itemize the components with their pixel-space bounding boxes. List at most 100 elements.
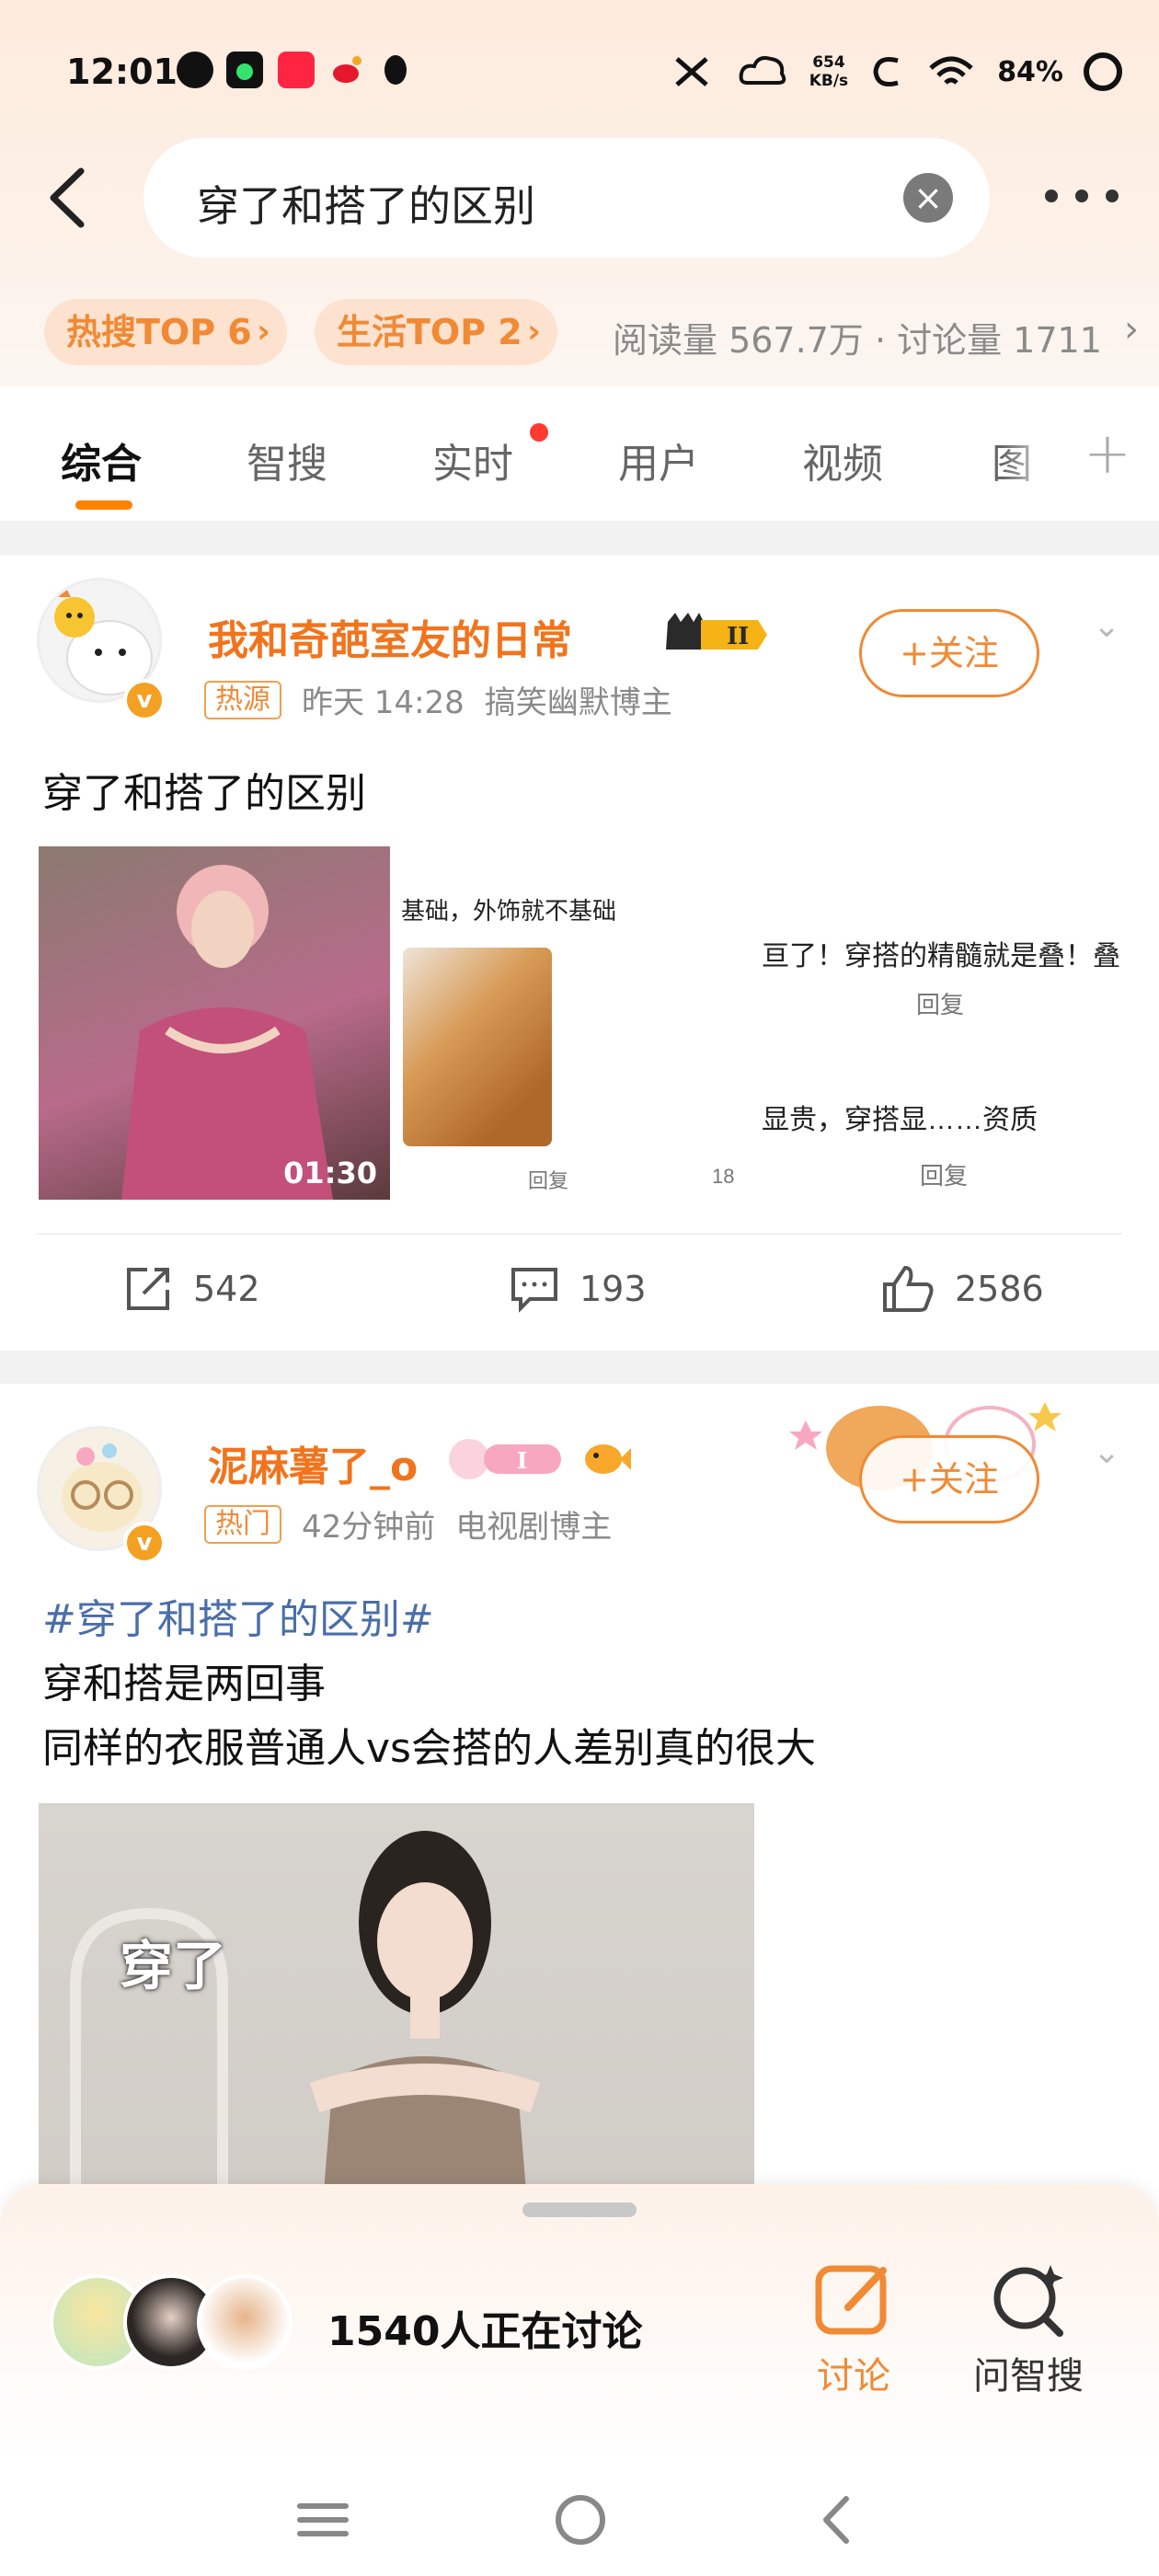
- comment-icon: [511, 1268, 557, 1313]
- wifi-icon: [929, 56, 973, 85]
- comment-like-count: 18: [712, 1165, 735, 1188]
- verified-badge-icon: v: [123, 1522, 166, 1564]
- repost-count: 542: [193, 1269, 260, 1309]
- signal-icon: [873, 57, 899, 86]
- comment-reply: 回复: [916, 991, 965, 1018]
- tab-fade: [1003, 386, 1159, 521]
- cat-image: [403, 948, 552, 1146]
- search-row: 穿了和搭了的区别 ×: [0, 138, 1159, 258]
- battery-percent: 84%: [997, 55, 1063, 88]
- status-bar: 12:01 654 KB/s 84%: [0, 0, 1159, 138]
- search-query: 穿了和搭了的区别: [197, 181, 535, 231]
- like-count: 2586: [955, 1269, 1044, 1309]
- more-options-icon[interactable]: [1045, 182, 1119, 210]
- chevron-down-icon[interactable]: ⌄: [1093, 607, 1130, 645]
- like-button[interactable]: 2586: [881, 1264, 1044, 1314]
- discuss-label: 讨论: [817, 2355, 890, 2398]
- post-username[interactable]: 我和奇葩室友的日常: [208, 607, 572, 666]
- bluetooth-icon: [675, 57, 708, 86]
- post-text-line: 穿和搭是两回事: [42, 1661, 326, 1708]
- weibo-app-icon: [177, 52, 213, 88]
- qq-icon: [377, 52, 414, 88]
- post-card[interactable]: v 泥麻薯了_o I 热门 42分钟前 电视剧博主 +关注 ⌄ #穿了和搭了的区…: [0, 1384, 1159, 2304]
- add-tab-icon[interactable]: +: [1084, 420, 1131, 487]
- tab-users[interactable]: 用户: [618, 431, 699, 489]
- comment-line: 显贵，穿搭显……资质: [762, 1105, 1038, 1135]
- life-rank-tag[interactable]: 生活TOP 2 ›: [315, 299, 557, 365]
- comment-line: 基础，外饰就不基础: [401, 897, 617, 925]
- cloud-icon: [739, 56, 786, 85]
- weibo-icon: [329, 52, 366, 88]
- repost-icon: [127, 1268, 169, 1310]
- comment-line: 亘了！穿搭的精髓就是叠！叠: [762, 941, 1120, 972]
- post-username[interactable]: 泥麻薯了_o: [208, 1433, 418, 1492]
- author-role: 搞笑幽默博主: [484, 684, 672, 721]
- video-thumbnail[interactable]: 01:30: [39, 846, 390, 1200]
- fish-icon: [580, 1437, 631, 1481]
- read-discuss-stats[interactable]: 阅读量 567.7万 · 讨论量 1711: [613, 312, 1102, 362]
- chevron-right-icon: ›: [257, 313, 270, 351]
- chevron-down-icon[interactable]: ⌄: [1093, 1433, 1130, 1471]
- net-speed: 654 KB/s: [809, 53, 848, 90]
- post-text-line: 同样的衣服普通人vs会搭的人差别真的很大: [42, 1725, 816, 1772]
- net-speed-value: 654: [812, 53, 845, 72]
- search-tabs: 综合 智搜 实时 用户 视频 图 +: [0, 386, 1159, 521]
- level-badge: I: [447, 1433, 567, 1485]
- smart-search-icon: [993, 2265, 1063, 2337]
- post-time: 昨天 14:28: [302, 684, 465, 721]
- battery-ring-icon: [1084, 52, 1122, 91]
- video-duration: 01:30: [283, 1156, 377, 1190]
- life-rank-label: 生活TOP 2: [337, 312, 522, 352]
- chevron-right-icon: ›: [1124, 308, 1139, 351]
- level-badge-text: II: [727, 623, 749, 650]
- comment-count: 193: [580, 1269, 647, 1309]
- source-badge: 热门: [204, 1504, 281, 1544]
- follow-button[interactable]: +关注: [859, 1435, 1039, 1524]
- discussing-count[interactable]: 1540人正在讨论: [327, 2298, 642, 2357]
- chevron-right-icon: ›: [527, 313, 541, 351]
- author-role: 电视剧博主: [455, 1509, 613, 1546]
- new-indicator-dot: [530, 423, 548, 442]
- edit-icon: [815, 2265, 887, 2335]
- divider: [37, 1233, 1122, 1235]
- post-card[interactable]: v 我和奇葩室友的日常 II 热源 昨天 14:28 搞笑幽默博主 +关注 ⌄ …: [0, 556, 1159, 1351]
- participant-avatar: [197, 2274, 293, 2370]
- post-actions: 542 193 2586: [0, 1264, 1159, 1328]
- comment-reply: 回复: [920, 1162, 969, 1190]
- repost-button[interactable]: 542: [123, 1264, 260, 1314]
- post-text: 穿了和搭了的区别: [42, 770, 366, 817]
- net-speed-unit: KB/s: [809, 72, 849, 90]
- menu-icon[interactable]: [291, 2488, 355, 2552]
- comment-button[interactable]: 193: [510, 1264, 647, 1314]
- post-meta: 热门 42分钟前 电视剧博主: [204, 1501, 612, 1547]
- tab-videos[interactable]: 视频: [802, 431, 883, 489]
- follow-button[interactable]: +关注: [859, 609, 1039, 697]
- tab-realtime[interactable]: 实时: [432, 431, 513, 489]
- hot-search-label: 热搜TOP 6: [66, 312, 252, 352]
- discuss-button[interactable]: 讨论: [780, 2261, 927, 2399]
- drag-handle[interactable]: [522, 2202, 637, 2217]
- hot-search-tag[interactable]: 热搜TOP 6 ›: [44, 299, 287, 365]
- post-meta: 热源 昨天 14:28 搞笑幽默博主: [204, 677, 672, 722]
- tab-comprehensive[interactable]: 综合: [61, 431, 142, 489]
- ask-label: 问智搜: [973, 2355, 1084, 2398]
- status-right: 654 KB/s 84%: [670, 50, 1122, 94]
- back-button[interactable]: [40, 164, 96, 232]
- post-hashtag[interactable]: #穿了和搭了的区别#: [42, 1586, 434, 1645]
- hot-tags-row: 热搜TOP 6 › 生活TOP 2 › 阅读量 567.7万 · 讨论量 1711 …: [0, 299, 1159, 367]
- clear-search-button[interactable]: ×: [903, 173, 953, 223]
- search-input[interactable]: 穿了和搭了的区别 ×: [143, 138, 990, 258]
- home-icon[interactable]: [548, 2488, 613, 2552]
- thumbs-up-icon: [883, 1265, 934, 1312]
- xiaohongshu-app-icon: [278, 52, 315, 88]
- tab-smart-search[interactable]: 智搜: [247, 431, 327, 489]
- status-time: 12:01: [66, 52, 178, 92]
- post-time: 42分钟前: [302, 1509, 436, 1546]
- comment-screenshot[interactable]: 基础，外饰就不基础 亘了！穿搭的精髓就是叠！叠 回复 显贵，穿搭显……资质 回复…: [390, 846, 1126, 1200]
- comment-reply: 回复: [528, 1169, 569, 1192]
- verified-badge-icon: v: [123, 679, 166, 721]
- ask-smart-search-button[interactable]: 问智搜: [955, 2261, 1102, 2399]
- level-badge-text: I: [517, 1447, 527, 1474]
- system-nav-bar: [0, 2460, 1159, 2576]
- back-nav-icon[interactable]: [806, 2488, 870, 2552]
